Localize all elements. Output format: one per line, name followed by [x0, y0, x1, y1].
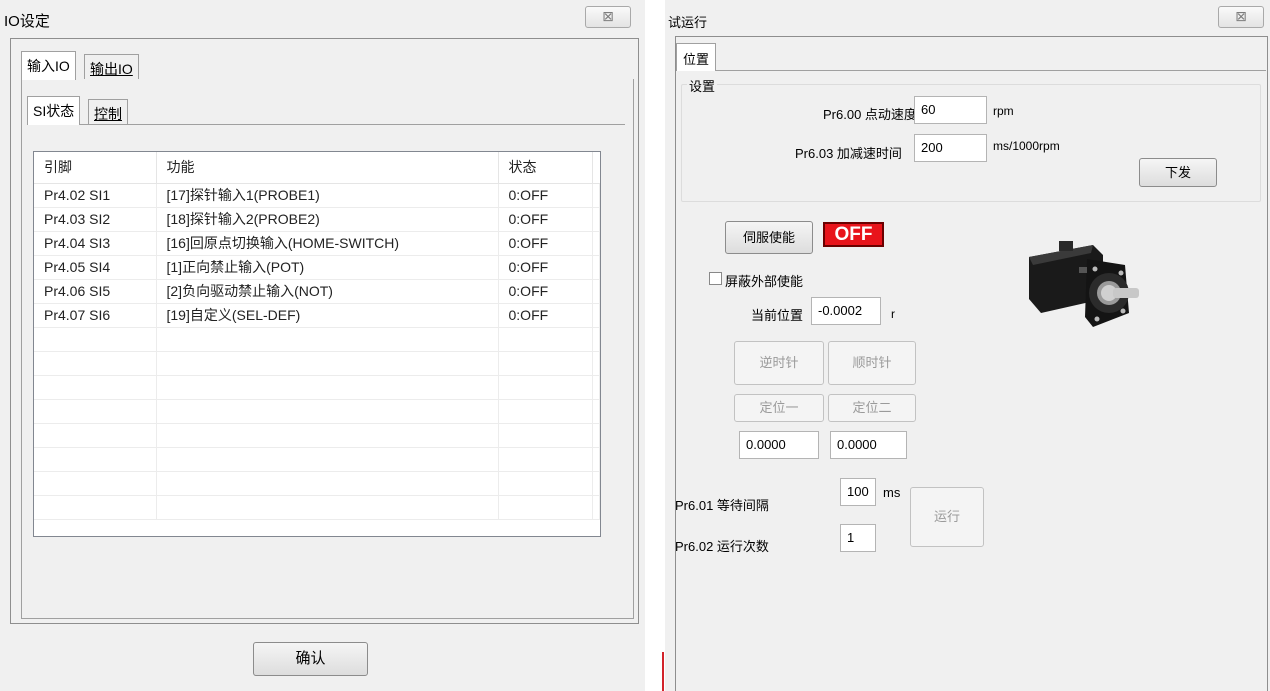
table-row[interactable]: Pr4.02 SI1 [17]探针输入1(PROBE1) 0:OFF — [34, 183, 600, 208]
sub-tab-strip-line — [27, 124, 625, 125]
function-cell: [19]自定义(SEL-DEF) — [156, 303, 499, 328]
status-cell: 0:OFF — [498, 231, 593, 256]
current-position-label: 当前位置 — [751, 308, 804, 323]
filler-cell — [592, 207, 600, 232]
position-one-button[interactable]: 定位一 — [734, 394, 824, 422]
si-status-table[interactable]: 引脚 功能 状态 Pr4.02 SI1 [17]探针输入1(PROBE1) 0:… — [33, 151, 601, 537]
jog-speed-unit: rpm — [993, 104, 1014, 118]
accel-time-label: Pr6.03 加减速时间 — [795, 146, 902, 161]
function-cell: [17]探针输入1(PROBE1) — [156, 183, 499, 208]
empty-row — [34, 375, 600, 400]
pin-cell: Pr4.07 SI6 — [34, 303, 157, 328]
io-dialog-frame: 输入IO 输出IO SI状态 控制 引脚 功能 状态 Pr4.02 SI1 [1… — [10, 38, 639, 624]
tab-si-status[interactable]: SI状态 — [27, 96, 81, 125]
current-position-unit: r — [891, 307, 895, 321]
status-cell: 0:OFF — [498, 207, 593, 232]
run-count-field[interactable]: 1 — [840, 524, 876, 552]
mask-external-enable-checkbox[interactable] — [709, 272, 722, 285]
servo-enable-button[interactable]: 伺服使能 — [725, 221, 813, 254]
function-cell: [1]正向禁止输入(POT) — [156, 255, 499, 280]
tab-control[interactable]: 控制 — [88, 99, 128, 125]
filler-cell — [592, 279, 600, 304]
close-button[interactable]: ⊠ — [1218, 6, 1264, 28]
pin-cell: Pr4.02 SI1 — [34, 183, 157, 208]
settings-group-title: 设置 — [687, 76, 718, 95]
mask-external-enable-label: 屏蔽外部使能 — [725, 274, 804, 289]
filler-cell — [592, 183, 600, 208]
position-one-field[interactable]: 0.0000 — [739, 431, 819, 459]
empty-row — [34, 351, 600, 376]
position-two-field[interactable]: 0.0000 — [830, 431, 907, 459]
counterclockwise-button[interactable]: 逆时针 — [734, 341, 824, 385]
close-icon: ⊠ — [602, 8, 614, 24]
servo-state-indicator: OFF — [823, 222, 884, 247]
pin-cell: Pr4.06 SI5 — [34, 279, 157, 304]
table-row[interactable]: Pr4.06 SI5 [2]负向驱动禁止输入(NOT) 0:OFF — [34, 279, 600, 304]
tab-output-io[interactable]: 输出IO — [84, 54, 139, 80]
tab-strip-line — [676, 70, 1266, 71]
wait-interval-field[interactable]: 100 — [840, 478, 876, 506]
function-cell: [2]负向驱动禁止输入(NOT) — [156, 279, 499, 304]
run-button[interactable]: 运行 — [910, 487, 984, 547]
wait-interval-unit: ms — [883, 485, 901, 500]
status-cell: 0:OFF — [498, 255, 593, 280]
column-header-function[interactable]: 功能 — [156, 152, 499, 184]
tab-position[interactable]: 位置 — [676, 43, 717, 71]
empty-row — [34, 399, 600, 424]
function-cell: [16]回原点切换输入(HOME-SWITCH) — [156, 231, 499, 256]
table-row[interactable]: Pr4.05 SI4 [1]正向禁止输入(POT) 0:OFF — [34, 255, 600, 280]
window-title: 试运行 — [668, 15, 708, 30]
status-cell: 0:OFF — [498, 183, 593, 208]
filler-cell — [592, 255, 600, 280]
window-gap — [645, 0, 665, 691]
status-cell: 0:OFF — [498, 303, 593, 328]
function-cell: [18]探针输入2(PROBE2) — [156, 207, 499, 232]
jog-speed-label: Pr6.00 点动速度 — [823, 107, 917, 122]
column-header-pin[interactable]: 引脚 — [34, 152, 157, 184]
close-button[interactable]: ⊠ — [585, 6, 631, 28]
io-settings-window: IO设定 ⊠ 输入IO 输出IO SI状态 控制 引脚 功能 状态 Pr4.02… — [0, 0, 645, 691]
pin-cell: Pr4.05 SI4 — [34, 255, 157, 280]
filler-cell — [592, 231, 600, 256]
empty-row — [34, 471, 600, 496]
empty-row — [34, 495, 600, 520]
filler-cell — [592, 303, 600, 328]
trial-run-window: 试运行 ⊠ 位置 设置 Pr6.00 点动速度 60 rpm Pr6.03 加减… — [665, 0, 1270, 691]
empty-row — [34, 423, 600, 448]
pin-cell: Pr4.04 SI3 — [34, 231, 157, 256]
servo-motor-image — [1029, 241, 1139, 327]
column-header-filler — [592, 152, 600, 184]
current-position-field[interactable]: -0.0002 — [811, 297, 881, 325]
empty-row — [34, 447, 600, 472]
empty-row — [34, 327, 600, 352]
table-row[interactable]: Pr4.03 SI2 [18]探针输入2(PROBE2) 0:OFF — [34, 207, 600, 232]
jog-speed-field[interactable]: 60 — [914, 96, 987, 124]
pin-cell: Pr4.03 SI2 — [34, 207, 157, 232]
table-row[interactable]: Pr4.04 SI3 [16]回原点切换输入(HOME-SWITCH) 0:OF… — [34, 231, 600, 256]
red-edge-mark — [662, 652, 664, 691]
accel-time-field[interactable]: 200 — [914, 134, 987, 162]
tab-input-io[interactable]: 输入IO — [21, 51, 76, 80]
accel-time-unit: ms/1000rpm — [993, 139, 1060, 153]
wait-interval-label: Pr6.01 等待间隔 — [675, 498, 769, 513]
confirm-button[interactable]: 确认 — [253, 642, 368, 676]
run-count-label: Pr6.02 运行次数 — [675, 539, 769, 554]
close-icon: ⊠ — [1235, 8, 1247, 24]
table-row[interactable]: Pr4.07 SI6 [19]自定义(SEL-DEF) 0:OFF — [34, 303, 600, 328]
download-button[interactable]: 下发 — [1139, 158, 1217, 187]
window-title: IO设定 — [4, 13, 50, 30]
status-cell: 0:OFF — [498, 279, 593, 304]
column-header-status[interactable]: 状态 — [498, 152, 593, 184]
table-header-row: 引脚 功能 状态 — [34, 152, 600, 184]
position-two-button[interactable]: 定位二 — [828, 394, 916, 422]
clockwise-button[interactable]: 顺时针 — [828, 341, 916, 385]
